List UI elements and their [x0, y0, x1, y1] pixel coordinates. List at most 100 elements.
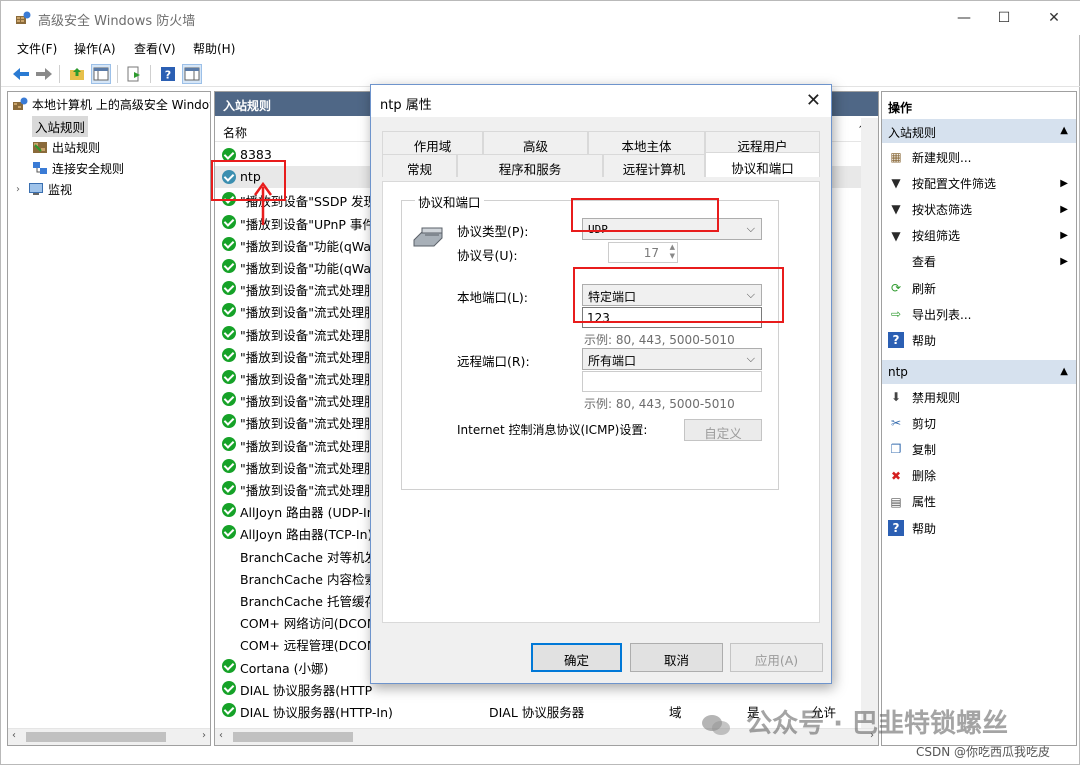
rule-enabled-icon — [222, 458, 236, 473]
submenu-arrow-icon: ▶ — [1060, 230, 1068, 242]
filter-icon: ▼ — [891, 228, 901, 243]
rule-enabled-icon — [222, 703, 236, 717]
ok-button[interactable]: 确定 — [531, 643, 622, 672]
tree-root[interactable]: 本地计算机 上的高级安全 Windows — [12, 94, 210, 114]
tab-local-principals[interactable]: 本地主体 — [588, 131, 705, 154]
cancel-button[interactable]: 取消 — [630, 643, 723, 672]
menu-file[interactable]: 文件(F) — [17, 40, 57, 57]
action-label: 属性 — [912, 495, 937, 510]
group-title: 协议和端口 — [415, 192, 484, 211]
menu-view[interactable]: 查看(V) — [134, 40, 176, 57]
action-label: 剪切 — [912, 416, 937, 431]
rule-enabled-icon — [222, 503, 236, 518]
local-port-hint: 示例: 80, 443, 5000-5010 — [584, 333, 735, 347]
rules-vertical-scrollbar[interactable] — [861, 118, 878, 730]
close-button[interactable]: ✕ — [1031, 1, 1077, 35]
rule-enabled-icon — [222, 525, 236, 540]
filter-icon: ▼ — [891, 176, 901, 191]
back-arrow-icon[interactable] — [11, 64, 31, 84]
tab-remote-computers[interactable]: 远程计算机 — [603, 154, 705, 177]
network-cable-icon — [413, 227, 443, 247]
submenu-arrow-icon: ▶ — [1060, 203, 1068, 215]
apply-button[interactable]: 应用(A) — [730, 643, 823, 672]
maximize-button[interactable]: ☐ — [981, 1, 1027, 35]
dialog-title-bar: ntp 属性 ✕ — [371, 85, 831, 117]
local-port-label: 本地端口(L): — [457, 290, 528, 305]
action-item[interactable]: ⬇ 禁用规则 — [882, 384, 1076, 410]
expand-chevron-icon[interactable]: › — [16, 184, 28, 195]
protocol-number-stepper[interactable]: 17 ▲ ▼ — [608, 242, 678, 263]
rule-enabled-icon — [222, 236, 236, 251]
column-name-header[interactable]: 名称 — [223, 124, 247, 141]
protocols-ports-panel: 协议和端口 协议类型(P): UDP ⌵ 协议号(U): 17 ▲ ▼ 本地端口(… — [382, 181, 820, 623]
rule-name: "播放到设备"流式处理服 — [240, 372, 377, 387]
firewall-icon — [13, 97, 28, 110]
tab-remote-users[interactable]: 远程用户 — [705, 131, 820, 154]
chevron-down-icon: ⌵ — [746, 288, 755, 301]
action-label: 按配置文件筛选 — [912, 176, 997, 191]
local-port-input[interactable]: 123 — [582, 307, 762, 328]
menu-help[interactable]: 帮助(H) — [193, 40, 235, 57]
remote-port-input[interactable] — [582, 371, 762, 392]
local-port-select[interactable]: 特定端口 ⌵ — [582, 284, 762, 306]
tab-general[interactable]: 常规 — [382, 154, 457, 177]
rule-name: 8383 — [240, 147, 272, 162]
export-list-icon[interactable] — [124, 64, 144, 84]
tab-protocols-ports[interactable]: 协议和端口 — [705, 152, 820, 177]
up-folder-icon[interactable] — [67, 64, 87, 84]
action-label: 按组筛选 — [912, 229, 961, 244]
action-item[interactable]: ? 帮助 — [882, 515, 1076, 541]
actions-section-ntp[interactable]: ntp ▲ — [882, 360, 1076, 384]
collapse-up-icon[interactable]: ▲ — [1060, 366, 1068, 377]
customize-button[interactable]: 自定义 — [684, 419, 762, 441]
remote-port-select[interactable]: 所有端口 ⌵ — [582, 348, 762, 370]
stepper-arrows-icon[interactable]: ▲ ▼ — [670, 243, 675, 261]
help-icon[interactable]: ? — [158, 64, 178, 84]
action-item[interactable]: ⇨ 导出列表... — [882, 301, 1076, 327]
rule-name: "播放到设备"流式处理服 — [240, 438, 377, 454]
action-item[interactable]: ▤ 属性 — [882, 489, 1076, 515]
tab-scope[interactable]: 作用域 — [382, 131, 483, 154]
rule-enabled-icon — [222, 281, 236, 296]
tree-horizontal-scrollbar[interactable]: ‹ › — [8, 728, 210, 745]
protocol-type-select[interactable]: UDP ⌵ — [582, 218, 762, 240]
rule-enabled-icon — [222, 370, 236, 384]
action-item[interactable]: ? 帮助 — [882, 327, 1076, 353]
actions-section-inbound[interactable]: 入站规则 ▲ — [882, 119, 1076, 143]
rule-name: AllJoyn 路由器 (UDP-In) — [240, 505, 380, 521]
action-label: 复制 — [912, 442, 937, 457]
forward-arrow-icon[interactable] — [34, 64, 54, 84]
show-action-pane-icon[interactable] — [182, 64, 202, 84]
new-rule-icon: ▦ — [890, 150, 902, 164]
show-tree-icon[interactable] — [91, 64, 111, 84]
collapse-up-icon[interactable]: ▲ — [1060, 125, 1068, 136]
filter-icon: ▼ — [891, 202, 901, 217]
action-item[interactable]: ⟳ 刷新 — [882, 275, 1076, 301]
menu-action[interactable]: 操作(A) — [74, 40, 116, 57]
action-item[interactable]: ✂ 剪切 — [882, 410, 1076, 436]
menu-bar: 文件(F) 操作(A) 查看(V) 帮助(H) — [1, 37, 1080, 59]
tab-programs-services[interactable]: 程序和服务 — [457, 154, 603, 177]
tree-item-outbound[interactable]: 出站规则 — [32, 137, 100, 157]
tree-item-connection-security[interactable]: 连接安全规则 — [32, 158, 124, 178]
rule-name: BranchCache 内容检索 — [240, 571, 377, 587]
tab-advanced[interactable]: 高级 — [483, 131, 588, 154]
tree-item-monitor[interactable]: › 监视 — [16, 179, 72, 199]
action-item[interactable]: ▼ 按状态筛选 ▶ — [882, 196, 1076, 222]
action-item[interactable]: ✖ 删除 — [882, 463, 1076, 489]
dialog-close-button[interactable]: ✕ — [806, 90, 821, 111]
rule-name: COM+ 网络访问(DCOM — [240, 616, 378, 632]
tree-item-inbound[interactable]: 入站规则 — [32, 115, 89, 137]
rule-name: "播放到设备"流式处理服 — [240, 305, 377, 321]
action-label: 禁用规则 — [912, 390, 961, 405]
action-item[interactable]: ▦ 新建规则... — [882, 144, 1076, 170]
refresh-icon: ⟳ — [890, 281, 902, 295]
action-item[interactable]: ▼ 按组筛选 ▶ — [882, 223, 1076, 249]
help-icon: ? — [888, 332, 904, 349]
rule-enabled-icon — [222, 436, 236, 451]
action-item[interactable]: 查看 ▶ — [882, 249, 1076, 275]
action-item[interactable]: ▼ 按配置文件筛选 ▶ — [882, 170, 1076, 196]
local-port-value: 特定端口 — [588, 290, 637, 304]
rule-name: "播放到设备"流式处理服 — [240, 283, 377, 299]
action-item[interactable]: ❐ 复制 — [882, 436, 1076, 462]
